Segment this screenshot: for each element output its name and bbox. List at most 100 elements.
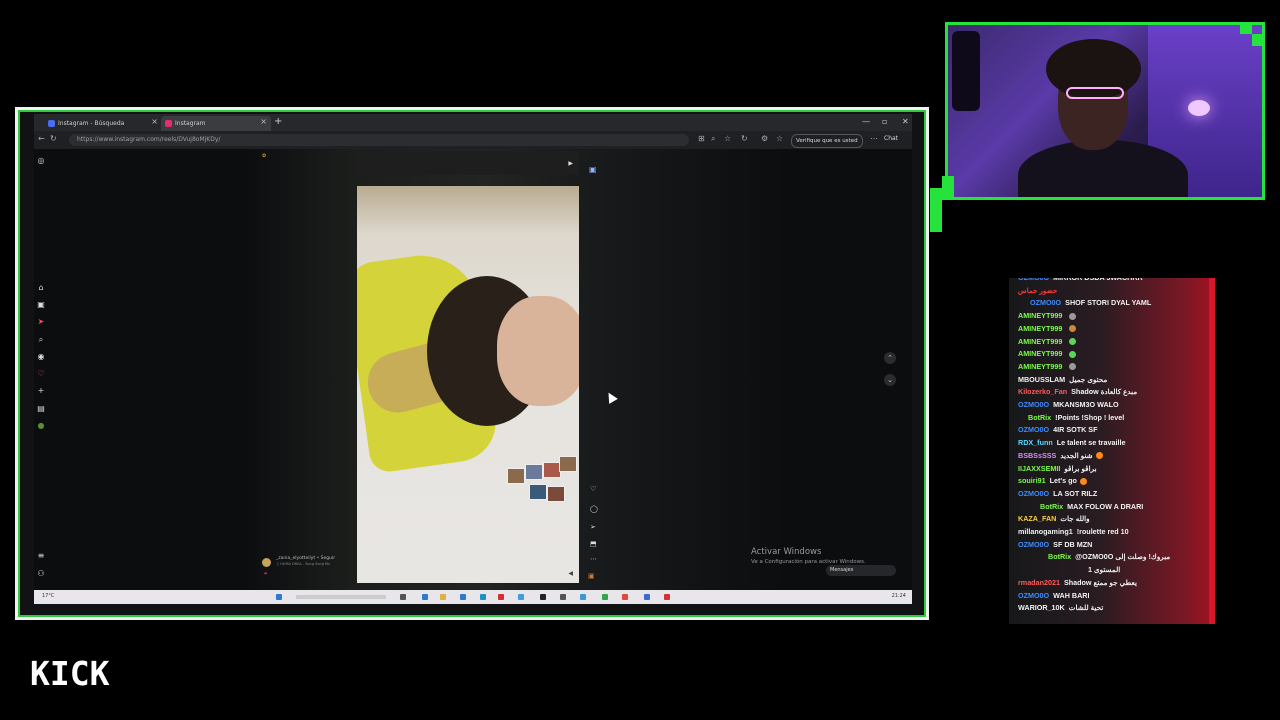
share-icon[interactable]: ➢ bbox=[590, 523, 596, 531]
reload-icon[interactable]: ↻ bbox=[50, 134, 57, 143]
close-window-button[interactable]: ✕ bbox=[902, 117, 909, 126]
meta-icon[interactable]: ⚇ bbox=[36, 569, 46, 579]
send-icon[interactable]: ➤ bbox=[36, 317, 46, 327]
chat-text: LA SOT RILZ bbox=[1053, 488, 1098, 498]
home-icon[interactable]: ⌂ bbox=[36, 283, 46, 293]
reels-icon[interactable]: ▣ bbox=[36, 300, 46, 310]
file-explorer-icon[interactable] bbox=[440, 594, 446, 600]
new-tab-button[interactable]: + bbox=[274, 116, 282, 127]
search-icon[interactable]: ⌕ bbox=[36, 335, 46, 345]
chat-message: OZMO0O MIRROR DSDA 3WACHRR bbox=[1009, 278, 1215, 282]
save-icon[interactable]: ▣ bbox=[589, 165, 597, 174]
maximize-button[interactable]: ▫ bbox=[882, 117, 887, 126]
reel-audio[interactable]: ♫ HUMA DREA - Song Song Mu bbox=[276, 562, 330, 566]
previous-reel-preview[interactable]: ▶ bbox=[357, 151, 579, 175]
verify-button[interactable]: Verifique que es usted bbox=[791, 134, 863, 148]
app-icon[interactable] bbox=[644, 594, 650, 600]
chat-username[interactable]: AMINEYT999 bbox=[1018, 362, 1062, 371]
minimize-button[interactable]: — bbox=[862, 117, 870, 126]
app-icon[interactable] bbox=[580, 594, 586, 600]
more-options-icon[interactable]: ⋯ bbox=[590, 555, 597, 563]
app-icon[interactable] bbox=[560, 594, 566, 600]
chat-username[interactable]: WARIOR_10K bbox=[1018, 603, 1065, 612]
tab-instagram[interactable]: Instagram × bbox=[161, 116, 271, 131]
app-icon[interactable] bbox=[622, 594, 628, 600]
chat-username[interactable]: IIJAXXSEMII bbox=[1018, 464, 1060, 473]
chat-username[interactable]: OZMO0O bbox=[1018, 489, 1049, 498]
close-tab-icon[interactable]: × bbox=[260, 117, 267, 126]
chat-message: RDX_funn Le talent se travaille bbox=[1009, 438, 1215, 447]
app-icon[interactable] bbox=[540, 594, 546, 600]
chat-username[interactable]: OZMO0O bbox=[1018, 278, 1049, 282]
tab-instagram-search[interactable]: Instagram - Búsqueda × bbox=[44, 116, 162, 131]
create-icon[interactable]: + bbox=[36, 386, 46, 396]
activate-title: Activar Windows bbox=[751, 547, 822, 557]
zoom-icon[interactable]: ⌕ bbox=[711, 134, 715, 144]
chat-username[interactable]: OZMO0O bbox=[1018, 400, 1049, 409]
windows-taskbar: 17°C 21:24 bbox=[34, 590, 912, 604]
chat-message: Kilozerko_Fan Shadow مبدع كالعادة bbox=[1009, 387, 1215, 396]
previous-reel-button[interactable]: ⌃ bbox=[884, 352, 896, 364]
chat-username[interactable]: BotRix bbox=[1048, 552, 1071, 561]
menu-icon[interactable]: ≡ bbox=[36, 551, 46, 561]
messages-button[interactable]: Mensajes bbox=[826, 565, 896, 576]
reel-video[interactable]: ◀ bbox=[357, 186, 579, 583]
chat-username[interactable]: OZMO0O bbox=[1018, 425, 1049, 434]
dashboard-icon[interactable]: ▤ bbox=[36, 404, 46, 414]
chat-username[interactable]: AMINEYT999 bbox=[1018, 337, 1062, 346]
chat-username[interactable]: KAZA_FAN bbox=[1018, 514, 1056, 523]
chat-username[interactable]: RDX_funn bbox=[1018, 438, 1053, 447]
taskbar-clock[interactable]: 21:24 bbox=[892, 593, 906, 599]
audio-thumbnail-icon[interactable]: ▣ bbox=[588, 572, 595, 580]
notifications-icon[interactable]: ♡ bbox=[36, 369, 46, 379]
back-icon[interactable]: ← bbox=[38, 134, 45, 143]
volume-icon[interactable]: ▶ bbox=[568, 160, 573, 167]
chat-username[interactable]: AMINEYT999 bbox=[1018, 349, 1062, 358]
chat-username[interactable]: Kilozerko_Fan bbox=[1018, 387, 1067, 396]
copilot-chat-button[interactable]: Chat bbox=[884, 135, 898, 142]
creator-name[interactable]: _zania_elyotteilyt • Seguir bbox=[276, 556, 335, 561]
split-screen-icon[interactable]: ⊞ bbox=[698, 134, 705, 143]
app-icon[interactable] bbox=[498, 594, 504, 600]
reel-creator[interactable]: _zania_elyotteilyt • Seguir ♫ HUMA DREA … bbox=[262, 556, 352, 578]
extensions-icon[interactable]: ⚙ bbox=[761, 134, 768, 143]
comment-icon[interactable]: ◯ bbox=[590, 505, 598, 513]
chat-username[interactable]: MBOUSSLAM bbox=[1018, 375, 1065, 384]
chat-username[interactable]: BSBSsSSS bbox=[1018, 451, 1056, 460]
app-icon[interactable] bbox=[602, 594, 608, 600]
chat-username[interactable]: souiri91 bbox=[1018, 476, 1046, 485]
close-tab-icon[interactable]: × bbox=[151, 117, 158, 126]
store-icon[interactable] bbox=[460, 594, 466, 600]
edge-icon[interactable] bbox=[480, 594, 486, 600]
chat-username[interactable]: OZMO0O bbox=[1030, 298, 1061, 307]
profile-icon[interactable]: ● bbox=[36, 421, 46, 431]
task-view-icon[interactable] bbox=[400, 594, 406, 600]
chat-text: MIRROR DSDA 3WACHRR bbox=[1053, 278, 1143, 282]
app-icon[interactable] bbox=[518, 594, 524, 600]
chat-username[interactable]: rmadan2021 bbox=[1018, 578, 1060, 587]
weather-widget[interactable]: 17°C bbox=[42, 593, 54, 599]
mute-icon[interactable]: ◀ bbox=[568, 570, 573, 577]
chat-username[interactable]: BotRix bbox=[1040, 502, 1063, 511]
chat-username[interactable]: AMINEYT999 bbox=[1018, 311, 1062, 320]
chat-username[interactable]: OZMO0O bbox=[1018, 591, 1049, 600]
favorite-icon[interactable]: ☆ bbox=[724, 134, 731, 143]
taskbar-search-input[interactable] bbox=[296, 595, 386, 599]
widgets-icon[interactable] bbox=[422, 594, 428, 600]
explore-icon[interactable]: ◉ bbox=[36, 352, 46, 362]
like-icon[interactable]: ♡ bbox=[590, 485, 596, 493]
url-input[interactable]: https://www.instagram.com/reels/DVuj8oMj… bbox=[69, 134, 689, 146]
creator-avatar[interactable] bbox=[262, 558, 271, 567]
refresh-icon[interactable]: ↻ bbox=[741, 134, 748, 143]
start-icon[interactable] bbox=[276, 594, 282, 600]
instagram-logo-icon[interactable]: ◎ bbox=[36, 156, 46, 166]
chat-username[interactable]: OZMO0O bbox=[1018, 540, 1049, 549]
chat-username[interactable]: AMINEYT999 bbox=[1018, 324, 1062, 333]
bookmark-icon[interactable]: ⬒ bbox=[590, 540, 597, 548]
more-icon[interactable]: ⋯ bbox=[870, 134, 878, 143]
chat-username[interactable]: millanogaming1 bbox=[1018, 527, 1073, 536]
chat-username[interactable]: BotRix bbox=[1028, 413, 1051, 422]
app-icon[interactable] bbox=[664, 594, 670, 600]
next-reel-button[interactable]: ⌄ bbox=[884, 374, 896, 386]
favorites-icon[interactable]: ☆ bbox=[776, 134, 783, 143]
